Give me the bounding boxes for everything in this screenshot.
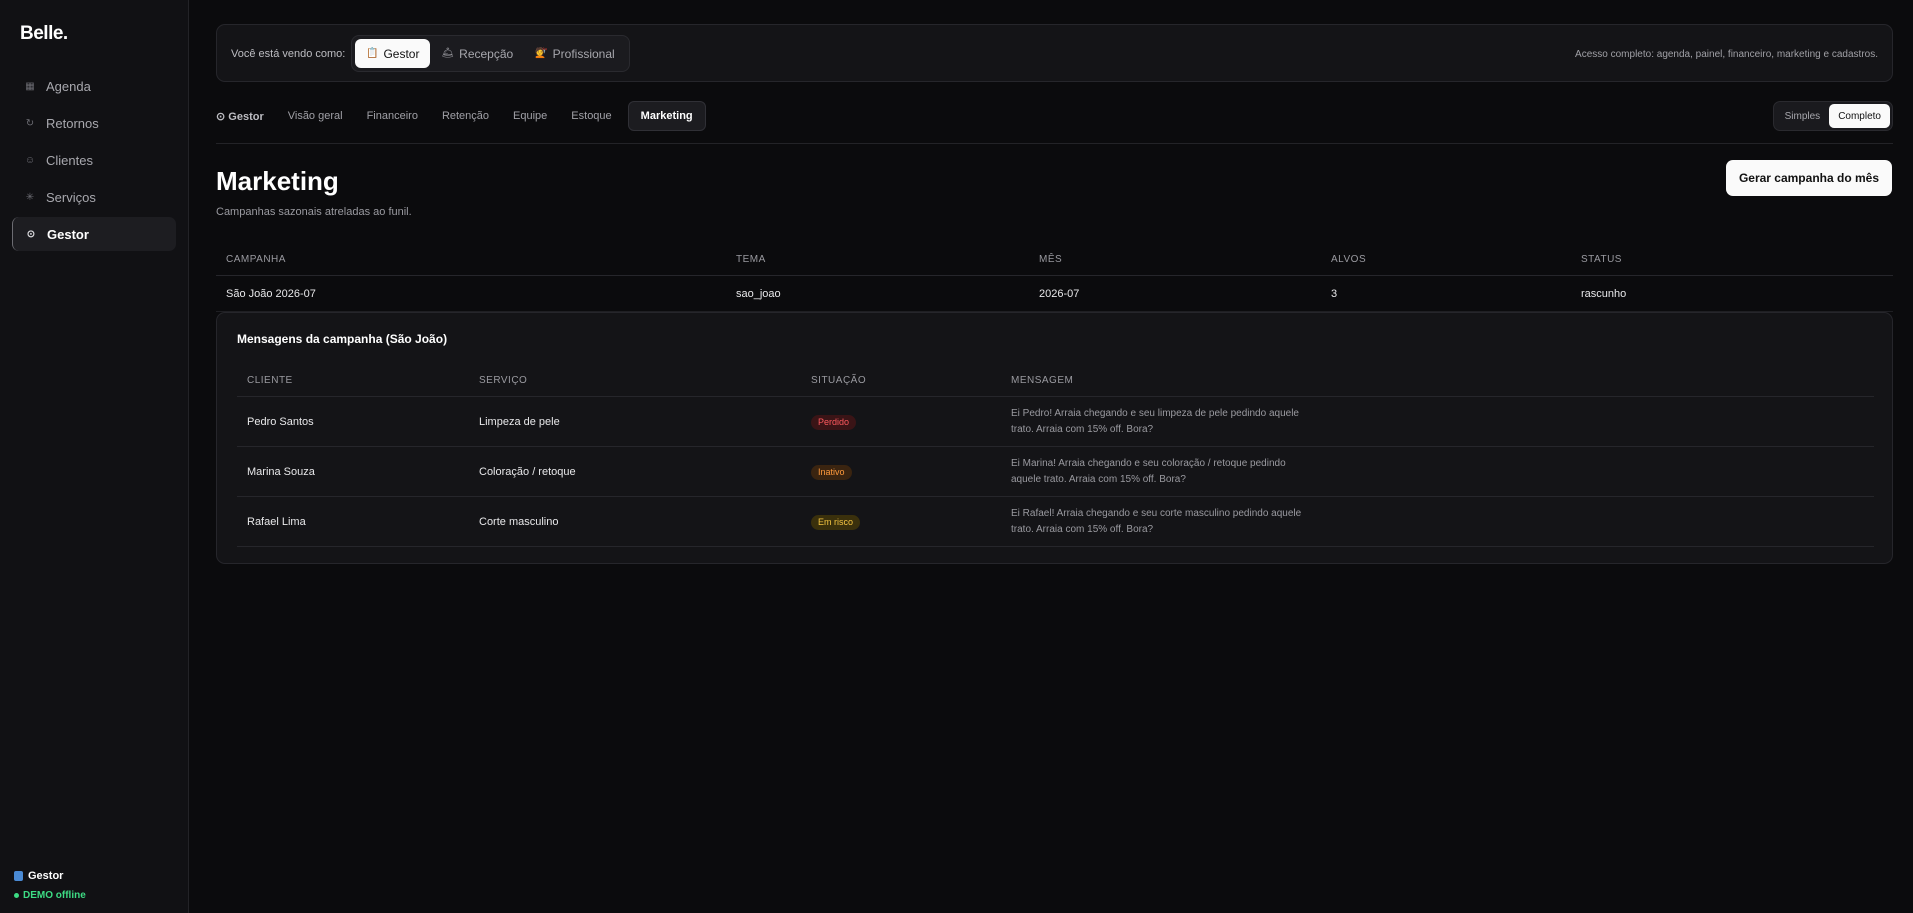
role-button-recepcao[interactable]: 🛎 Recepção: [430, 39, 524, 68]
role-button-profissional[interactable]: 💇 Profissional: [524, 39, 625, 68]
table-header: CLIENTE SERVIÇO SITUAÇÃO MENSAGEM: [237, 365, 1874, 397]
section-tabs: ⊙ Gestor Visão geral Financeiro Retenção…: [216, 101, 706, 131]
service-name: Corte masculino: [479, 515, 559, 528]
message-text: Ei Pedro! Arraia chegando e seu limpeza …: [1011, 407, 1299, 435]
sidebar-item-label: Retornos: [46, 115, 99, 131]
sidebar-nav: ▦ Agenda ↻ Retornos ☺ Clientes ✳ Serviço…: [12, 69, 176, 254]
campaign-messages-panel: Mensagens da campanha (São João) CLIENTE…: [216, 312, 1893, 564]
column-header: SITUAÇÃO: [811, 375, 867, 386]
sidebar-item-retornos[interactable]: ↻ Retornos: [12, 106, 176, 140]
current-role: Gestor: [14, 870, 86, 882]
column-header: TEMA: [736, 254, 766, 265]
connection-status-label: DEMO offline: [23, 890, 86, 901]
status-badge: Perdido: [811, 414, 857, 430]
column-header: SERVIÇO: [479, 375, 528, 386]
connection-status: DEMO offline: [14, 890, 86, 901]
message-text: Ei Marina! Arraia chegando e seu coloraç…: [1011, 457, 1286, 485]
sidebar-item-gestor[interactable]: ⊙ Gestor: [12, 217, 176, 251]
mode-completo-button[interactable]: Completo: [1829, 104, 1890, 128]
page-subtitle: Campanhas sazonais atreladas ao funil.: [216, 206, 412, 218]
column-header: MENSAGEM: [1011, 375, 1074, 386]
tab-section-label: ⊙ Gestor: [216, 110, 264, 123]
tab-equipe[interactable]: Equipe: [501, 101, 559, 131]
brand-logo: Belle.: [20, 23, 68, 44]
panel-title: Mensagens da campanha (São João): [237, 332, 448, 346]
divider: [216, 143, 1893, 144]
column-header: CLIENTE: [247, 375, 293, 386]
table-row[interactable]: Rafael Lima Corte masculino Em risco Ei …: [237, 497, 1874, 547]
sidebar-item-label: Clientes: [46, 152, 93, 168]
table-row[interactable]: Marina Souza Coloração / retoque Inativo…: [237, 447, 1874, 497]
tab-marketing[interactable]: Marketing: [627, 101, 706, 131]
calendar-icon: ▦: [25, 80, 35, 92]
table-row[interactable]: Pedro Santos Limpeza de pele Perdido Ei …: [237, 397, 1874, 447]
column-header: CAMPANHA: [226, 254, 286, 265]
client-name: Pedro Santos: [247, 415, 314, 428]
tab-visao-geral[interactable]: Visão geral: [276, 101, 355, 131]
service-name: Coloração / retoque: [479, 465, 576, 478]
column-header: MÊS: [1039, 254, 1063, 265]
campaign-status: rascunho: [1581, 287, 1627, 300]
clipboard-icon: [14, 871, 23, 881]
status-badge: Em risco: [811, 514, 861, 530]
campaigns-table: CAMPANHA TEMA MÊS ALVOS STATUS São João …: [216, 244, 1893, 312]
page-title: Marketing: [216, 166, 339, 196]
bell-icon: 🛎: [441, 48, 455, 59]
viewing-as-label: Você está vendo como:: [231, 48, 346, 60]
status-badge: Inativo: [811, 464, 852, 480]
role-button-gestor[interactable]: 📋 Gestor: [355, 39, 431, 68]
tab-retencao[interactable]: Retenção: [430, 101, 501, 131]
campaign-name: São João 2026-07: [226, 287, 316, 300]
view-mode-switch: Simples Completo: [1772, 101, 1893, 131]
clipboard-icon: 📋: [366, 48, 379, 59]
mode-simples-button[interactable]: Simples: [1776, 104, 1830, 128]
client-name: Marina Souza: [247, 465, 315, 478]
messages-table: CLIENTE SERVIÇO SITUAÇÃO MENSAGEM Pedro …: [237, 365, 1874, 547]
gauge-icon: ⊙: [26, 228, 36, 240]
role-bar: Você está vendo como: 📋 Gestor 🛎 Recepçã…: [216, 24, 1893, 82]
sidebar-item-agenda[interactable]: ▦ Agenda: [12, 69, 176, 103]
sidebar-item-label: Serviços: [46, 189, 96, 205]
column-header: ALVOS: [1331, 254, 1367, 265]
sidebar-item-clientes[interactable]: ☺ Clientes: [12, 143, 176, 177]
sidebar-item-servicos[interactable]: ✳ Serviços: [12, 180, 176, 214]
generate-campaign-button[interactable]: Gerar campanha do mês: [1725, 160, 1892, 196]
campaign-month: 2026-07: [1039, 287, 1080, 300]
campaign-theme: sao_joao: [736, 287, 781, 300]
access-description: Acesso completo: agenda, painel, finance…: [1575, 49, 1878, 60]
role-button-label: Recepção: [459, 46, 514, 61]
campaign-targets: 3: [1331, 287, 1338, 300]
table-row[interactable]: São João 2026-07 sao_joao 2026-07 3 rasc…: [216, 276, 1893, 312]
sparkle-icon: ✳: [25, 191, 35, 203]
user-icon: ☺: [24, 154, 36, 166]
table-header: CAMPANHA TEMA MÊS ALVOS STATUS: [216, 244, 1893, 276]
haircut-icon: 💇: [535, 48, 548, 59]
role-button-label: Gestor: [383, 46, 420, 61]
tab-estoque[interactable]: Estoque: [559, 101, 623, 131]
sidebar-item-label: Gestor: [47, 226, 89, 242]
sidebar-footer: Gestor DEMO offline: [14, 870, 86, 901]
role-switcher: 📋 Gestor 🛎 Recepção 💇 Profissional: [351, 35, 630, 72]
refresh-icon: ↻: [25, 117, 35, 129]
status-dot-icon: [14, 893, 19, 898]
tab-financeiro[interactable]: Financeiro: [355, 101, 430, 131]
message-text: Ei Rafael! Arraia chegando e seu corte m…: [1011, 507, 1302, 535]
sidebar: Belle. ▦ Agenda ↻ Retornos ☺ Clientes ✳ …: [0, 0, 189, 913]
current-role-label: Gestor: [28, 870, 64, 882]
column-header: STATUS: [1581, 254, 1622, 265]
service-name: Limpeza de pele: [479, 415, 560, 428]
sidebar-item-label: Agenda: [46, 78, 91, 94]
client-name: Rafael Lima: [247, 515, 306, 528]
role-button-label: Profissional: [552, 46, 615, 61]
